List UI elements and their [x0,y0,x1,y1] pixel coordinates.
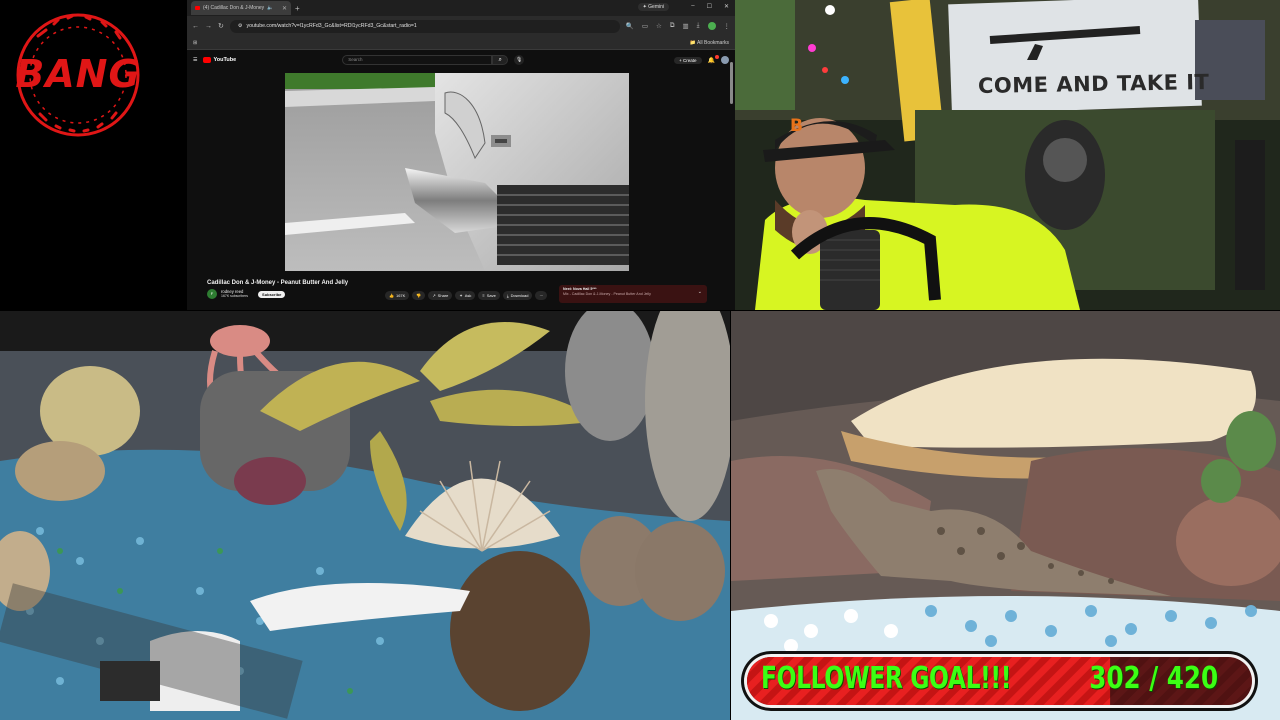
aquarium-scene-left [0,311,730,720]
save-label: Save [486,293,496,298]
notification-badge [715,54,719,59]
speaker-icon[interactable]: 🔈 [267,5,273,11]
extensions-icon[interactable]: ⧉ [670,22,675,30]
video-actions: 👍 167K 👎 ↗ Share ✦ Ask ≡ Save ⤓ Download ··· [385,291,548,300]
video-player[interactable] [285,73,629,271]
follower-goal-count: 302 / 420 [1089,661,1218,696]
url-text[interactable]: youtube.com/watch?v=l1ycRFd3_Gc&list=RDl… [247,23,417,29]
sidebar-icon[interactable]: ▥ [682,22,688,30]
microphone-icon[interactable]: 🎙 [514,55,525,65]
follower-goal-current: 302 [1089,661,1141,696]
create-label: Create [683,57,697,63]
hamburger-menu-icon[interactable]: ☰ [193,57,197,63]
download-label: Download [510,293,529,298]
subscribe-button[interactable]: Subscribe [258,290,286,298]
dislike-button[interactable]: 👎 [412,291,426,300]
video-title: Cadillac Don & J-Money - Peanut Butter A… [207,280,349,286]
minimize-button[interactable]: – [691,3,694,10]
ask-button[interactable]: ✦ Ask [455,291,476,300]
youtube-logo-text: YouTube [213,57,237,63]
search-icon[interactable]: ⌕ [492,55,509,65]
youtube-header: ☰ YouTube Search ⌕ 🎙 + Create 🔔 [187,50,735,70]
more-actions-button[interactable]: ··· [535,291,548,300]
address-bar[interactable]: ⚙ youtube.com/watch?v=l1ycRFd3_Gc&list=R… [229,19,620,33]
subscriber-count: 167K subscribers [221,294,249,298]
page-scrollbar[interactable] [730,62,733,104]
bang-logo: BANG [0,0,185,310]
window-controls: – ☐ ✕ [691,3,729,10]
thumbs-up-icon: 👍 [389,293,394,298]
like-button[interactable]: 👍 167K [385,291,410,300]
share-icon: ↗ [432,293,436,298]
webcam-feed: COME AND TAKE IT B [735,0,1280,310]
menu-kebab-icon[interactable]: ⋮ [724,22,731,30]
channel-avatar[interactable]: F [207,289,217,299]
youtube-play-icon [203,57,212,63]
ask-label: Ask [464,293,472,298]
share-label: Share [437,293,449,298]
up-next-subtitle: Mix - Cadillac Don & J-Money - Peanut Bu… [563,292,651,296]
follower-goal-label: FOLLOWER GOAL!!! [761,661,1011,696]
site-info-icon[interactable]: ⚙ [238,23,243,29]
browser-tab-youtube[interactable]: (4) Cadillac Don & J-Money 🔈 ✕ [191,1,291,15]
gemini-label: Gemini [648,4,664,10]
aquarium-feed-left [0,311,730,720]
follower-goal-separator: / [1149,661,1159,696]
browser-window: (4) Cadillac Don & J-Money 🔈 ✕ + ✦ Gemin… [187,0,735,310]
maximize-button[interactable]: ☐ [707,3,712,10]
flag-slogan: COME AND TAKE IT [977,69,1210,99]
download-icon[interactable]: ⤓ [697,22,700,30]
youtube-search-input[interactable]: Search [342,55,493,65]
thumbs-down-icon: 👎 [416,293,422,298]
bang-logo-word: BANG [15,52,141,96]
download-arrow-icon: ⤓ [506,293,509,298]
gemini-button[interactable]: ✦ Gemini [637,3,669,11]
address-bar-row: ← → ↻ ⚙ youtube.com/watch?v=l1ycRFd3_Gc&… [187,16,735,36]
stream-layout: BANG (4) Cadillac Don & J-Money 🔈 ✕ + ✦ … [0,0,1280,720]
forward-icon[interactable]: → [205,23,212,30]
bookmarks-bar: ⊞ 📁 All Bookmarks [187,36,735,50]
new-tab-button[interactable]: + [295,4,300,13]
all-bookmarks-label: All Bookmarks [697,39,729,46]
gemini-icon: ✦ [642,4,647,10]
save-button[interactable]: ≡ Save [478,291,500,300]
close-tab-icon[interactable]: ✕ [282,5,287,12]
cap-logo: B [790,116,803,136]
follower-goal-target: 420 [1166,661,1218,696]
address-bar-actions: 🔍 ▭ ☆ ⧉ ▥ ⤓ ⋮ [626,22,730,30]
like-count: 167K [395,293,406,298]
follower-goal-banner: FOLLOWER GOAL!!! 302 / 420 [741,651,1258,711]
notifications-bell-icon[interactable]: 🔔 [708,54,719,64]
download-button[interactable]: ⤓ Download [502,291,533,300]
video-frame-car-grille [285,73,629,271]
cast-icon[interactable]: ▭ [642,22,648,30]
reload-icon[interactable]: ↻ [218,22,224,30]
back-icon[interactable]: ← [192,23,199,30]
up-next-card[interactable]: Next: Nova Hail 5*** Mix - Cadillac Don … [559,285,707,303]
all-bookmarks-link[interactable]: 📁 All Bookmarks [690,40,729,46]
close-window-button[interactable]: ✕ [724,3,729,10]
youtube-logo[interactable]: YouTube [203,57,236,63]
profile-avatar[interactable] [707,22,716,30]
channel-meta: rodney reed 167K subscribers [221,289,248,299]
youtube-favicon-icon [195,6,200,10]
save-icon: ≡ [482,293,485,298]
sparkle-icon: ✦ [459,293,463,298]
webcam-scene [735,0,1280,310]
youtube-header-right: + Create 🔔 [674,54,729,64]
zoom-icon[interactable]: 🔍 [626,22,634,30]
channel-row: F rodney reed 167K subscribers Subscribe [207,289,286,299]
youtube-account-avatar[interactable] [721,56,729,64]
create-button[interactable]: + Create [674,56,702,64]
browser-tab-bar: (4) Cadillac Don & J-Money 🔈 ✕ + ✦ Gemin… [187,0,735,16]
browser-tab-title: (4) Cadillac Don & J-Money [203,5,265,11]
apps-grid-icon[interactable]: ⊞ [193,40,197,46]
bookmark-star-icon[interactable]: ☆ [656,22,662,30]
chevron-down-icon[interactable]: ⌄ [698,290,702,295]
share-button[interactable]: ↗ Share [428,291,453,300]
